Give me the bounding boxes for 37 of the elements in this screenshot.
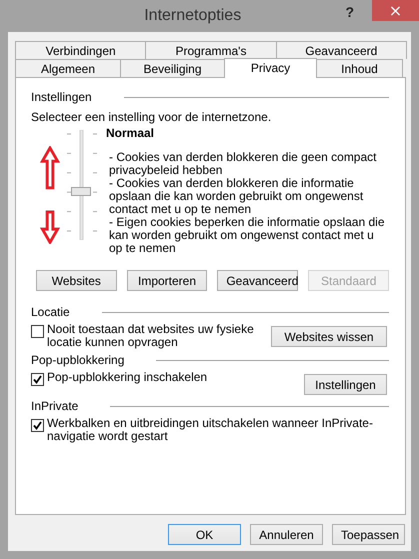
checkbox[interactable]	[31, 373, 44, 386]
close-button[interactable]: ×	[372, 0, 419, 21]
checkbox-label: Pop-upblokkering inschakelen	[47, 371, 208, 384]
tab[interactable]: Geavanceerd	[276, 41, 407, 59]
group-heading: Pop-upblokkering	[31, 353, 124, 367]
description-text: - Cookies van derden blokkeren die geen compact privacybeleid hebben	[109, 151, 378, 177]
tab[interactable]: Beveiliging	[120, 59, 225, 77]
description-text: - Cookies van derden blokkeren die informatie opslaan die kan worden gebruikt om ongewenst contact met u op te nemen	[109, 177, 364, 216]
down-arrow-icon	[40, 210, 60, 244]
group-heading: Locatie	[31, 305, 70, 319]
dialog-button[interactable]: Annuleren	[250, 524, 323, 545]
group-heading: InPrivate	[31, 399, 78, 413]
checkbox[interactable]	[31, 325, 44, 338]
instruction-text: Selecteer een instelling voor de internetzone.	[31, 110, 272, 124]
help-button[interactable]: ?	[345, 0, 372, 20]
dialog-button[interactable]: Toepassen	[332, 524, 405, 545]
group-heading: Instellingen	[31, 90, 92, 104]
dialog-button[interactable]: Importeren	[126, 270, 208, 291]
privacy-level-label: Normaal	[106, 126, 156, 140]
description-text: - Eigen cookies beperken die informatie opslaan die kan worden gebruikt om ongewenst contact met u op te nemen	[109, 216, 386, 255]
privacy-slider[interactable]	[65, 130, 99, 240]
dialog-button[interactable]: Websites	[36, 270, 117, 291]
dialog-button[interactable]: Instellingen	[304, 374, 387, 395]
slider-thumb[interactable]	[71, 187, 91, 196]
tab[interactable]: Algemeen	[15, 59, 121, 77]
tab[interactable]: Privacy	[224, 58, 317, 78]
checkbox-label: Nooit toestaan dat websites uw fysieke locatie kunnen opvragen	[47, 323, 255, 349]
dialog-button[interactable]: Websites wissen	[271, 326, 387, 347]
up-arrow-icon	[40, 146, 60, 190]
dialog-button[interactable]: Geavanceerd	[217, 270, 298, 291]
checkbox[interactable]	[31, 419, 44, 432]
window-title: Internetopties	[143, 6, 242, 25]
tab[interactable]: Inhoud	[316, 59, 403, 77]
tab[interactable]: Programma's	[145, 41, 277, 59]
tab[interactable]: Verbindingen	[15, 41, 146, 59]
dialog-button[interactable]: OK	[168, 524, 241, 545]
checkbox-label: Werkbalken en uitbreidingen uitschakelen wanneer InPrivate-navigatie wordt gestart	[47, 417, 374, 443]
